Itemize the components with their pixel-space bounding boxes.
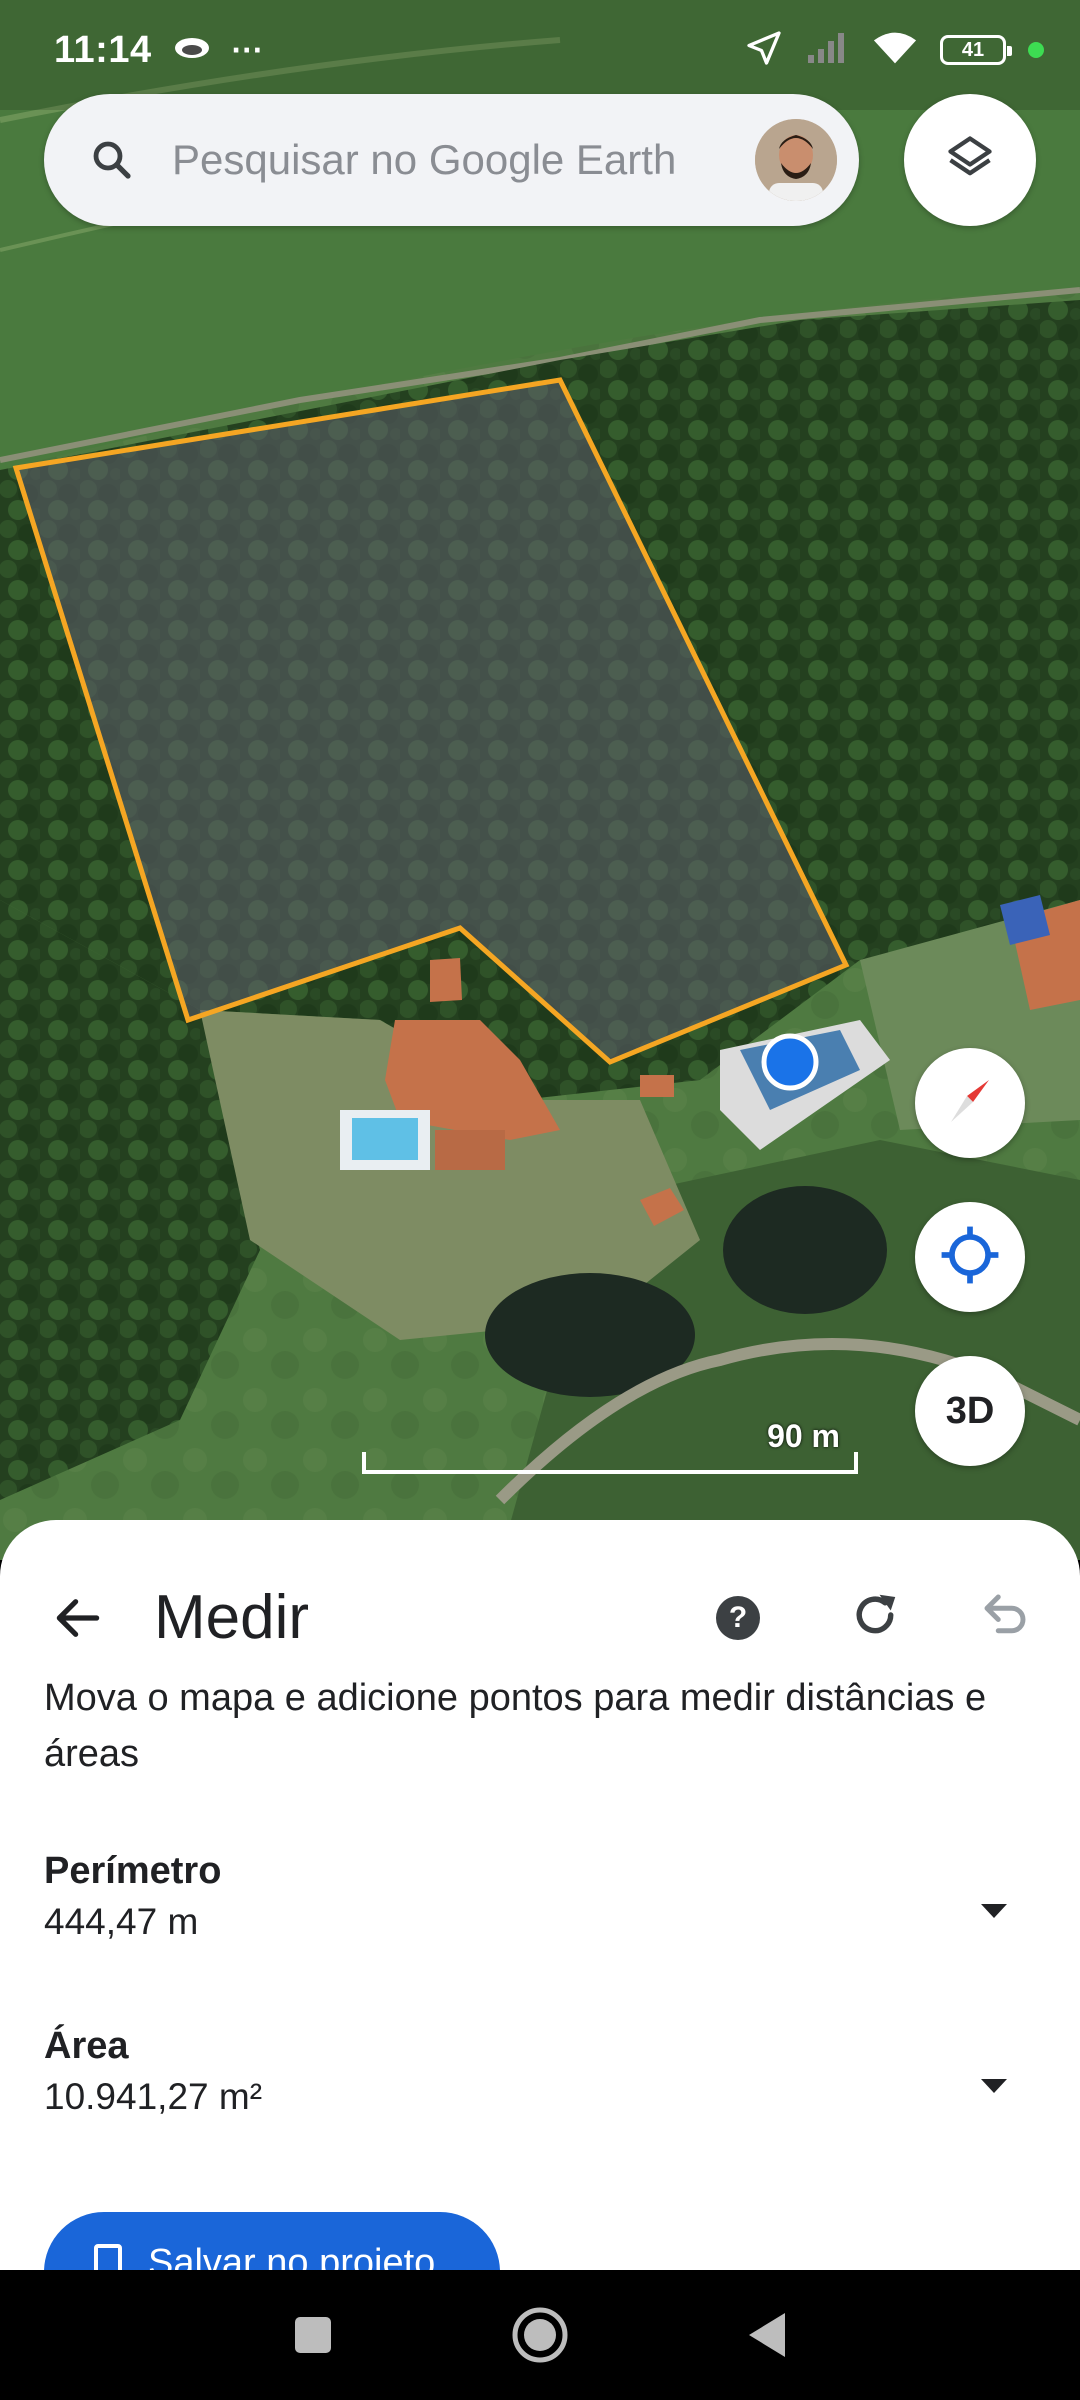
- map-location-dot: [761, 1033, 819, 1091]
- my-location-icon: [939, 1224, 1001, 1291]
- undo-button[interactable]: [970, 1580, 1040, 1650]
- measure-instructions: Mova o mapa e adicione pontos para medir…: [44, 1677, 987, 1775]
- compass-icon: [935, 1066, 1005, 1141]
- reset-icon: [856, 1594, 896, 1634]
- battery-icon: 41: [940, 35, 1012, 65]
- scale-label: 90 m: [767, 1418, 840, 1454]
- help-icon[interactable]: ?: [716, 1596, 760, 1640]
- compass-button[interactable]: [915, 1048, 1025, 1158]
- map-scale: 90 m: [362, 1418, 858, 1474]
- status-bar: 11:14 ··· 41: [0, 0, 1080, 100]
- search-input[interactable]: Pesquisar no Google Earth: [172, 136, 755, 184]
- perimeter-label: Perímetro: [44, 1850, 222, 1892]
- measure-panel-header: Medir ?: [0, 1560, 1080, 1676]
- back-arrow-icon: [56, 1599, 100, 1637]
- nav-recents-button[interactable]: [278, 2300, 348, 2370]
- map-imagery: [0, 0, 1080, 1560]
- reset-button[interactable]: [840, 1580, 910, 1650]
- battery-level: 41: [961, 38, 985, 61]
- perimeter-row[interactable]: Perímetro 444,47 m: [44, 1850, 1036, 1970]
- layers-icon: [944, 132, 996, 189]
- my-location-button[interactable]: [915, 1202, 1025, 1312]
- area-units-dropdown[interactable]: [952, 2051, 1036, 2121]
- search-icon: [88, 136, 136, 184]
- perimeter-units-dropdown[interactable]: [952, 1876, 1036, 1946]
- system-nav-bar: [0, 2270, 1080, 2400]
- avatar[interactable]: [755, 119, 837, 201]
- undo-icon: [984, 1594, 1026, 1634]
- save-button-label: Salvar no projeto: [148, 2242, 436, 2270]
- location-arrow-icon: [744, 28, 784, 73]
- bookmark-icon: [94, 2244, 122, 2270]
- status-time: 11:14: [54, 28, 152, 71]
- chevron-down-icon: [981, 1904, 1007, 1918]
- nav-home-icon: [512, 2307, 568, 2363]
- nav-back-icon: [748, 2313, 785, 2357]
- nav-recents-icon: [295, 2317, 332, 2353]
- measure-panel: Medir ? Mova o mapa e adicione pontos pa…: [0, 1520, 1080, 2270]
- three-d-button[interactable]: 3D: [915, 1356, 1025, 1466]
- status-more-indicator: ···: [231, 31, 264, 68]
- perimeter-value: 444,47 m: [44, 1901, 199, 1942]
- privacy-indicator-dot: [1028, 42, 1044, 58]
- back-button[interactable]: [44, 1584, 112, 1652]
- wifi-icon: [872, 30, 918, 71]
- signal-icon: [806, 31, 850, 70]
- nav-back-button[interactable]: [732, 2300, 802, 2370]
- area-row[interactable]: Área 10.941,27 m²: [44, 2025, 1036, 2145]
- area-label: Área: [44, 2025, 129, 2067]
- panel-title: Medir: [154, 1583, 310, 1652]
- scale-bar: [362, 1452, 858, 1474]
- status-eye-icon: [172, 34, 212, 67]
- save-to-project-button[interactable]: Salvar no projeto: [44, 2212, 500, 2270]
- area-value: 10.941,27 m²: [44, 2076, 263, 2117]
- satellite-map[interactable]: [0, 0, 1080, 1560]
- search-bar[interactable]: Pesquisar no Google Earth: [44, 94, 859, 226]
- chevron-down-icon: [981, 2079, 1007, 2093]
- nav-home-button[interactable]: [505, 2300, 575, 2370]
- layers-button[interactable]: [904, 94, 1036, 226]
